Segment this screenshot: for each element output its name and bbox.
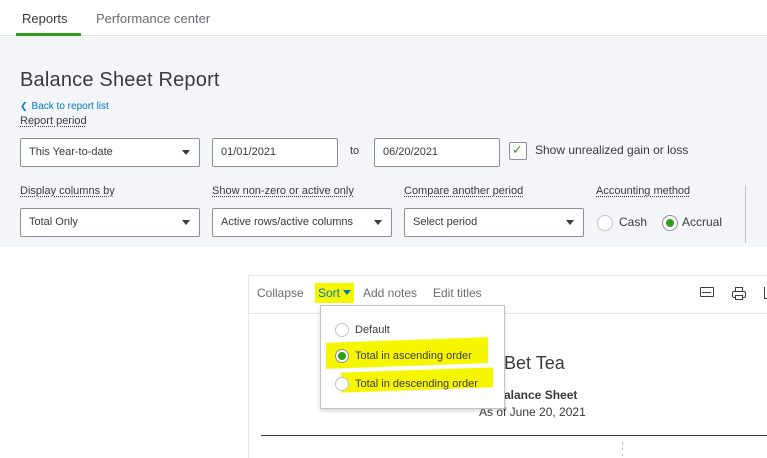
accrual-radio-label: Accrual	[682, 215, 723, 229]
report-period-select[interactable]: This Year-to-date	[20, 138, 200, 167]
radio-icon	[335, 323, 349, 337]
report-period-value: This Year-to-date	[29, 146, 113, 158]
page-title: Balance Sheet Report	[20, 69, 220, 91]
sort-option-label: Total in ascending order	[355, 350, 472, 362]
print-icon[interactable]	[732, 287, 746, 300]
mail-icon[interactable]	[700, 287, 714, 297]
radio-icon	[335, 377, 349, 391]
compare-period-label: Compare another period	[404, 185, 524, 197]
non-zero-label: Show non-zero or active only	[212, 185, 354, 197]
tab-performance-center[interactable]: Performance center	[82, 0, 224, 36]
show-unrealized-label: Show unrealized gain or loss	[535, 143, 689, 157]
company-name[interactable]: Bet Tea	[504, 353, 565, 374]
report-rule	[261, 435, 767, 436]
caret-down-icon	[566, 220, 574, 225]
caret-down-icon	[182, 220, 190, 225]
show-unrealized-checkbox[interactable]: ✓	[509, 142, 527, 160]
compare-period-placeholder: Select period	[413, 216, 478, 228]
accounting-method-label: Accounting method	[596, 185, 691, 197]
report-title[interactable]: alance Sheet	[504, 388, 577, 402]
date-to-input[interactable]: 06/20/2021	[374, 138, 500, 167]
report-header: Balance Sheet Report ❮ Back to report lis…	[0, 37, 767, 247]
display-columns-label: Display columns by	[20, 185, 115, 197]
cash-radio[interactable]	[597, 215, 613, 231]
report-period-label: Report period	[20, 115, 87, 127]
sort-menu: Default Total in ascending order Total i…	[320, 305, 505, 409]
non-zero-select[interactable]: Active rows/active columns	[212, 208, 392, 237]
divider	[745, 185, 746, 243]
caret-down-icon	[343, 290, 352, 295]
tab-reports[interactable]: Reports	[8, 0, 81, 36]
display-columns-value: Total Only	[29, 216, 78, 228]
radio-selected-icon	[335, 349, 349, 363]
caret-down-icon	[374, 220, 382, 225]
sort-option-label: Default	[355, 324, 390, 336]
top-tabs: Reports Performance center	[0, 0, 767, 36]
sort-label: Sort	[318, 286, 341, 300]
sort-button[interactable]: Sort	[315, 283, 355, 303]
chevron-left-icon: ❮	[20, 101, 28, 111]
to-label: to	[350, 145, 360, 157]
sort-option-label: Total in descending order	[355, 378, 478, 390]
accrual-radio[interactable]	[662, 215, 678, 231]
checkmark-icon: ✓	[512, 142, 523, 157]
caret-down-icon	[182, 150, 190, 155]
compare-period-select[interactable]: Select period	[404, 208, 584, 237]
edit-titles-button[interactable]: Edit titles	[433, 286, 482, 300]
cash-radio-label: Cash	[619, 215, 648, 229]
collapse-button[interactable]: Collapse	[257, 286, 304, 300]
date-from-input[interactable]: 01/01/2021	[212, 138, 338, 167]
back-link-label: Back to report list	[31, 101, 109, 112]
column-divider	[622, 442, 623, 458]
non-zero-value: Active rows/active columns	[221, 216, 354, 228]
add-notes-button[interactable]: Add notes	[363, 286, 417, 300]
display-columns-select[interactable]: Total Only	[20, 208, 200, 237]
back-to-report-list-link[interactable]: ❮ Back to report list	[20, 101, 109, 112]
